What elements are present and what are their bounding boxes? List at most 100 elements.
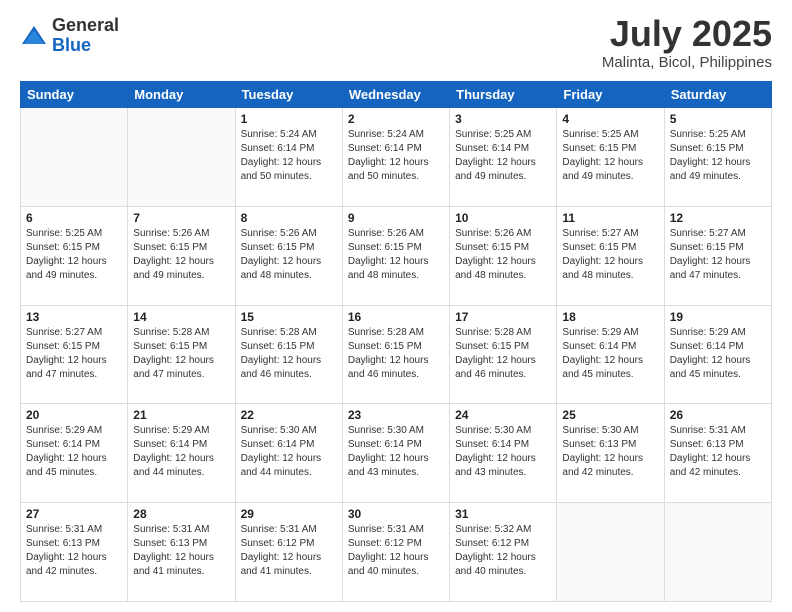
table-row (128, 108, 235, 207)
col-monday: Monday (128, 82, 235, 108)
day-number: 1 (241, 112, 337, 126)
day-number: 31 (455, 507, 551, 521)
day-number: 23 (348, 408, 444, 422)
table-row: 24Sunrise: 5:30 AMSunset: 6:14 PMDayligh… (450, 404, 557, 503)
table-row: 8 Sunrise: 5:26 AMSunset: 6:15 PMDaylight… (235, 206, 342, 305)
day-detail: Sunrise: 5:26 AMSunset: 6:15 PMDaylight:… (348, 227, 444, 283)
day-detail: Sunrise: 5:31 AMSunset: 6:13 PMDaylight:… (26, 523, 122, 579)
day-number: 9 (348, 211, 444, 225)
table-row: 12Sunrise: 5:27 AMSunset: 6:15 PMDayligh… (664, 206, 771, 305)
table-row: 2 Sunrise: 5:24 AMSunset: 6:14 PMDaylight… (342, 108, 449, 207)
day-number: 19 (670, 310, 766, 324)
table-row: 14 Sunrise: 5:28 AMSunset: 6:15 PMDayligh… (128, 305, 235, 404)
day-number: 16 (348, 310, 444, 324)
day-number: 29 (241, 507, 337, 521)
day-detail: Sunrise: 5:29 AMSunset: 6:14 PMDaylight:… (562, 326, 658, 382)
calendar-week-row: 13 Sunrise: 5:27 AMSunset: 6:15 PMDayligh… (21, 305, 772, 404)
calendar-week-row: 20Sunrise: 5:29 AMSunset: 6:14 PMDayligh… (21, 404, 772, 503)
calendar-week-row: 6Sunrise: 5:25 AMSunset: 6:15 PMDaylight… (21, 206, 772, 305)
day-number: 17 (455, 310, 551, 324)
table-row (664, 503, 771, 602)
day-number: 11 (562, 211, 658, 225)
day-number: 7 (133, 211, 229, 225)
day-detail: Sunrise: 5:27 AMSunset: 6:15 PMDaylight:… (26, 326, 122, 382)
day-number: 13 (26, 310, 122, 324)
calendar-title: July 2025 (602, 16, 772, 52)
day-number: 21 (133, 408, 229, 422)
col-friday: Friday (557, 82, 664, 108)
day-detail: Sunrise: 5:32 AMSunset: 6:12 PMDaylight:… (455, 523, 551, 579)
table-row (557, 503, 664, 602)
day-detail: Sunrise: 5:24 AMSunset: 6:14 PMDaylight:… (348, 128, 444, 184)
table-row: 9 Sunrise: 5:26 AMSunset: 6:15 PMDaylight… (342, 206, 449, 305)
table-row: 5 Sunrise: 5:25 AMSunset: 6:15 PMDaylight… (664, 108, 771, 207)
page: General Blue July 2025 Malinta, Bicol, P… (0, 0, 792, 612)
day-detail: Sunrise: 5:31 AMSunset: 6:12 PMDaylight:… (348, 523, 444, 579)
day-number: 10 (455, 211, 551, 225)
day-detail: Sunrise: 5:30 AMSunset: 6:14 PMDaylight:… (241, 424, 337, 480)
day-detail: Sunrise: 5:28 AMSunset: 6:15 PMDaylight:… (133, 326, 229, 382)
logo-blue-text: Blue (52, 35, 91, 55)
day-detail: Sunrise: 5:30 AMSunset: 6:14 PMDaylight:… (348, 424, 444, 480)
table-row: 7 Sunrise: 5:26 AMSunset: 6:15 PMDaylight… (128, 206, 235, 305)
day-detail: Sunrise: 5:26 AMSunset: 6:15 PMDaylight:… (133, 227, 229, 283)
col-saturday: Saturday (664, 82, 771, 108)
table-row: 15 Sunrise: 5:28 AMSunset: 6:15 PMDayligh… (235, 305, 342, 404)
table-row: 28 Sunrise: 5:31 AMSunset: 6:13 PMDayligh… (128, 503, 235, 602)
table-row: 13 Sunrise: 5:27 AMSunset: 6:15 PMDayligh… (21, 305, 128, 404)
header: General Blue July 2025 Malinta, Bicol, P… (20, 16, 772, 71)
day-number: 28 (133, 507, 229, 521)
table-row: 6Sunrise: 5:25 AMSunset: 6:15 PMDaylight… (21, 206, 128, 305)
day-detail: Sunrise: 5:27 AMSunset: 6:15 PMDaylight:… (670, 227, 766, 283)
col-thursday: Thursday (450, 82, 557, 108)
title-block: July 2025 Malinta, Bicol, Philippines (602, 16, 772, 71)
table-row: 22 Sunrise: 5:30 AMSunset: 6:14 PMDayligh… (235, 404, 342, 503)
calendar-location: Malinta, Bicol, Philippines (602, 54, 772, 71)
table-row: 21Sunrise: 5:29 AMSunset: 6:14 PMDayligh… (128, 404, 235, 503)
table-row: 19 Sunrise: 5:29 AMSunset: 6:14 PMDayligh… (664, 305, 771, 404)
table-row: 20Sunrise: 5:29 AMSunset: 6:14 PMDayligh… (21, 404, 128, 503)
table-row: 16 Sunrise: 5:28 AMSunset: 6:15 PMDayligh… (342, 305, 449, 404)
day-detail: Sunrise: 5:28 AMSunset: 6:15 PMDaylight:… (241, 326, 337, 382)
day-number: 8 (241, 211, 337, 225)
table-row: 27 Sunrise: 5:31 AMSunset: 6:13 PMDayligh… (21, 503, 128, 602)
table-row: 4Sunrise: 5:25 AMSunset: 6:15 PMDaylight… (557, 108, 664, 207)
day-detail: Sunrise: 5:25 AMSunset: 6:15 PMDaylight:… (562, 128, 658, 184)
col-wednesday: Wednesday (342, 82, 449, 108)
day-detail: Sunrise: 5:30 AMSunset: 6:14 PMDaylight:… (455, 424, 551, 480)
calendar-week-row: 27 Sunrise: 5:31 AMSunset: 6:13 PMDayligh… (21, 503, 772, 602)
day-number: 14 (133, 310, 229, 324)
calendar-table: Sunday Monday Tuesday Wednesday Thursday… (20, 81, 772, 602)
day-detail: Sunrise: 5:31 AMSunset: 6:13 PMDaylight:… (670, 424, 766, 480)
table-row (21, 108, 128, 207)
table-row: 3Sunrise: 5:25 AMSunset: 6:14 PMDaylight… (450, 108, 557, 207)
day-number: 5 (670, 112, 766, 126)
col-tuesday: Tuesday (235, 82, 342, 108)
day-detail: Sunrise: 5:31 AMSunset: 6:13 PMDaylight:… (133, 523, 229, 579)
day-number: 20 (26, 408, 122, 422)
day-detail: Sunrise: 5:25 AMSunset: 6:15 PMDaylight:… (670, 128, 766, 184)
day-detail: Sunrise: 5:26 AMSunset: 6:15 PMDaylight:… (455, 227, 551, 283)
day-number: 3 (455, 112, 551, 126)
day-detail: Sunrise: 5:30 AMSunset: 6:13 PMDaylight:… (562, 424, 658, 480)
table-row: 23 Sunrise: 5:30 AMSunset: 6:14 PMDayligh… (342, 404, 449, 503)
day-number: 6 (26, 211, 122, 225)
logo-icon (20, 22, 48, 50)
logo-general-text: General (52, 15, 119, 35)
day-detail: Sunrise: 5:24 AMSunset: 6:14 PMDaylight:… (241, 128, 337, 184)
day-number: 2 (348, 112, 444, 126)
col-sunday: Sunday (21, 82, 128, 108)
table-row: 17Sunrise: 5:28 AMSunset: 6:15 PMDayligh… (450, 305, 557, 404)
day-detail: Sunrise: 5:29 AMSunset: 6:14 PMDaylight:… (670, 326, 766, 382)
calendar-header-row: Sunday Monday Tuesday Wednesday Thursday… (21, 82, 772, 108)
day-detail: Sunrise: 5:28 AMSunset: 6:15 PMDaylight:… (348, 326, 444, 382)
day-detail: Sunrise: 5:31 AMSunset: 6:12 PMDaylight:… (241, 523, 337, 579)
day-number: 22 (241, 408, 337, 422)
table-row: 18Sunrise: 5:29 AMSunset: 6:14 PMDayligh… (557, 305, 664, 404)
day-number: 30 (348, 507, 444, 521)
day-detail: Sunrise: 5:27 AMSunset: 6:15 PMDaylight:… (562, 227, 658, 283)
day-detail: Sunrise: 5:26 AMSunset: 6:15 PMDaylight:… (241, 227, 337, 283)
day-number: 15 (241, 310, 337, 324)
table-row: 29 Sunrise: 5:31 AMSunset: 6:12 PMDayligh… (235, 503, 342, 602)
day-number: 27 (26, 507, 122, 521)
